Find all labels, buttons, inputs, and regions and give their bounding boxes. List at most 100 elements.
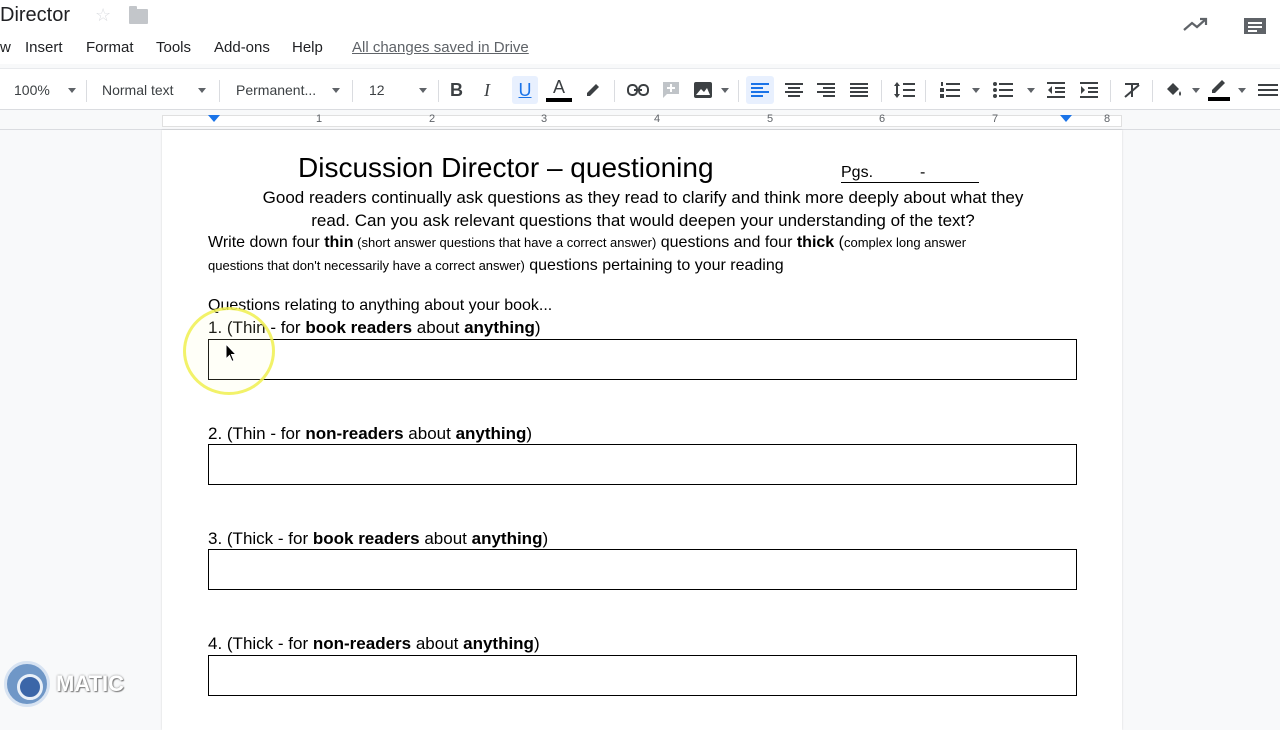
- insert-comment-button[interactable]: [662, 69, 680, 111]
- zoom-value: 100%: [14, 82, 50, 98]
- ruler-number: 5: [767, 113, 774, 125]
- text-color-icon: A: [552, 77, 565, 97]
- highlight-color-button[interactable]: [1164, 69, 1200, 111]
- link-button[interactable]: [627, 69, 649, 111]
- instr-text: questions pertaining to your reading: [524, 257, 784, 274]
- right-indent-marker[interactable]: [1060, 115, 1072, 122]
- instr-thick-desc-cont: questions that don't necessarily have a …: [208, 258, 525, 273]
- answer-box-4[interactable]: [208, 655, 1077, 696]
- more-lines-icon: [1258, 84, 1278, 96]
- clear-formatting-icon: [1124, 83, 1140, 98]
- underline-button[interactable]: U: [512, 76, 538, 104]
- instr-paren: (: [834, 234, 844, 251]
- chevron-down-icon: [332, 87, 340, 93]
- italic-button[interactable]: I: [484, 69, 490, 111]
- align-left-icon: [751, 83, 769, 97]
- mouse-pointer-icon: [225, 343, 237, 363]
- chevron-down-icon: [1192, 87, 1200, 93]
- numbered-list-icon: [940, 82, 960, 98]
- instr-thin-desc: (short answer questions that have a corr…: [353, 235, 657, 250]
- instr-text: questions and four: [656, 234, 797, 251]
- activity-trend-icon[interactable]: [1183, 16, 1209, 32]
- font-size-value: 12: [369, 82, 385, 98]
- line-spacing-button[interactable]: [893, 69, 915, 111]
- title-bar: Director ☆: [0, 0, 1280, 39]
- ruler-number: 2: [429, 113, 436, 125]
- underline-icon: U: [518, 79, 532, 100]
- pages-dash: -: [920, 164, 926, 181]
- answer-box-3[interactable]: [208, 549, 1077, 590]
- increase-indent-button[interactable]: [1080, 69, 1098, 111]
- pencil-icon: [1212, 79, 1225, 93]
- ruler-number: 1: [316, 113, 323, 125]
- text-color-button[interactable]: A: [546, 69, 572, 111]
- chevron-down-icon: [198, 87, 206, 93]
- font-select[interactable]: Permanent...: [236, 69, 340, 111]
- star-icon[interactable]: ☆: [95, 5, 111, 26]
- folder-icon[interactable]: [129, 6, 148, 24]
- paint-bucket-icon: [1167, 83, 1181, 96]
- link-icon: [627, 84, 649, 96]
- ruler[interactable]: 1 2 3 4 5 6 7 8: [0, 112, 1280, 130]
- left-indent-marker[interactable]: [208, 115, 220, 122]
- ruler-number: 8: [1104, 113, 1111, 125]
- answer-box-2[interactable]: [208, 444, 1077, 485]
- bulleted-list-button[interactable]: [993, 69, 1035, 111]
- screencast-logo-icon: [4, 661, 50, 707]
- menu-view[interactable]: w: [0, 39, 11, 56]
- border-color-swatch: [1208, 96, 1230, 101]
- document-title[interactable]: Director: [0, 4, 70, 27]
- menu-format[interactable]: Format: [86, 39, 134, 56]
- border-color-button[interactable]: [1208, 69, 1246, 111]
- clear-formatting-button[interactable]: [1123, 69, 1141, 111]
- font-value: Permanent...: [236, 82, 317, 98]
- ruler-number: 4: [654, 113, 661, 125]
- menu-insert[interactable]: Insert: [25, 39, 63, 56]
- numbered-list-button[interactable]: [940, 69, 980, 111]
- align-center-button[interactable]: [785, 69, 803, 111]
- bold-button[interactable]: B: [450, 69, 463, 111]
- section-label: Questions relating to anything about you…: [208, 297, 553, 314]
- text-color-swatch: [546, 98, 572, 102]
- instr-thick: thick: [796, 234, 835, 251]
- menu-add-ons[interactable]: Add-ons: [214, 39, 270, 56]
- align-center-icon: [785, 83, 803, 97]
- instructions-line-2: questions that don't necessarily have a …: [208, 257, 784, 275]
- style-value: Normal text: [102, 82, 174, 98]
- font-size-select[interactable]: 12: [369, 69, 427, 111]
- question-label-3: 3. (Thick - for book readers about anyth…: [208, 529, 549, 548]
- align-right-button[interactable]: [817, 69, 835, 111]
- chevron-down-icon: [972, 87, 980, 93]
- ruler-number: 6: [879, 113, 886, 125]
- decrease-indent-icon: [1047, 82, 1065, 98]
- highlight-button[interactable]: [584, 69, 602, 111]
- menu-help[interactable]: Help: [292, 39, 323, 56]
- instr-text: Write down four: [208, 234, 325, 251]
- image-icon: [694, 82, 712, 98]
- chevron-down-icon: [419, 87, 427, 93]
- justify-button[interactable]: [850, 69, 868, 111]
- menu-tools[interactable]: Tools: [156, 39, 191, 56]
- chevron-down-icon: [721, 87, 729, 93]
- italic-icon: I: [484, 79, 490, 100]
- align-left-button[interactable]: [746, 76, 774, 104]
- instructions-line-1: Write down four thin (short answer quest…: [208, 234, 966, 252]
- question-label-4: 4. (Thick - for non-readers about anythi…: [208, 634, 540, 653]
- zoom-select[interactable]: 100%: [14, 69, 76, 111]
- style-select[interactable]: Normal text: [102, 69, 206, 111]
- align-right-icon: [817, 83, 835, 97]
- increase-indent-icon: [1080, 82, 1098, 98]
- save-status-link[interactable]: All changes saved in Drive: [352, 39, 529, 56]
- bold-icon: B: [450, 79, 463, 100]
- intro-line-2: read. Can you ask relevant questions tha…: [311, 211, 975, 230]
- highlighter-icon: [587, 84, 599, 96]
- line-spacing-icon: [894, 82, 915, 98]
- decrease-indent-button[interactable]: [1047, 69, 1065, 111]
- toolbar: 100% Normal text Permanent... 12 B I U A: [0, 68, 1280, 110]
- intro-line-1: Good readers continually ask questions a…: [262, 188, 1024, 207]
- pages-label: Pgs.: [841, 164, 874, 181]
- insert-image-button[interactable]: [693, 69, 729, 111]
- answer-box-1[interactable]: [208, 339, 1077, 380]
- menu-bar: w Insert Format Tools Add-ons Help All c…: [0, 34, 1280, 64]
- more-options-button[interactable]: [1258, 69, 1278, 111]
